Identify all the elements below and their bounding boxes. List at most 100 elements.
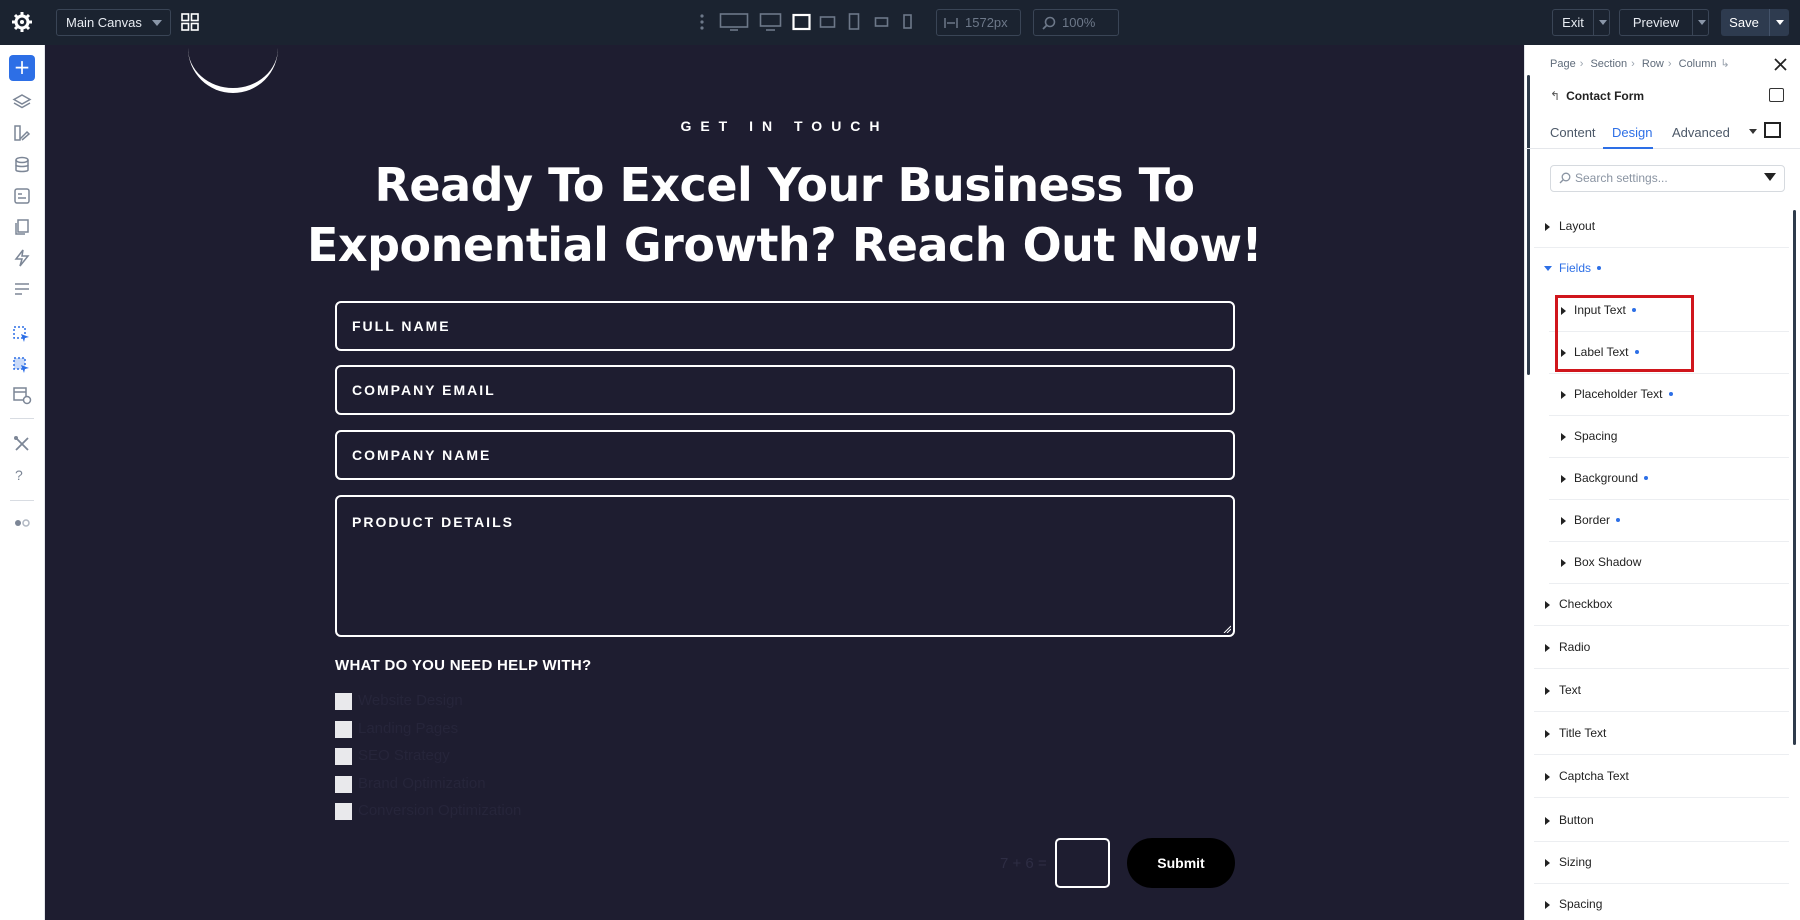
settings-subgroup-background[interactable]: Background [1549,458,1789,500]
caret-right-icon [1545,901,1550,909]
settings-group-button[interactable]: Button [1534,800,1789,842]
breadcrumb-column[interactable]: Column [1679,58,1717,70]
laptop-device-icon-active[interactable] [792,12,811,32]
tab-advanced[interactable]: Advanced [1672,125,1730,140]
phone-landscape-icon[interactable] [874,12,889,32]
presets-icon[interactable] [12,279,32,299]
modified-indicator [1668,392,1673,396]
checkbox[interactable] [335,748,352,765]
phone-portrait-icon[interactable] [902,12,913,32]
caret-right-icon [1545,773,1550,781]
module-options-icon[interactable] [1769,88,1784,102]
multi-select-icon[interactable] [12,356,32,376]
company-email-field[interactable]: COMPANY EMAIL [335,365,1235,415]
gear-icon[interactable] [11,11,33,33]
captcha-input[interactable] [1055,838,1110,888]
settings-group-checkbox[interactable]: Checkbox [1534,584,1789,626]
subgroup-label-text: Placeholder Text [1574,387,1663,401]
settings-subgroup-placeholder-text[interactable]: Placeholder Text [1549,374,1789,416]
zoom-field[interactable]: 100% [1033,9,1119,36]
lightning-icon[interactable] [12,248,32,268]
submit-button[interactable]: Submit [1127,838,1235,888]
settings-group-captcha-text[interactable]: Captcha Text [1534,756,1789,798]
chevron-down-icon [1698,20,1706,25]
theme-toggle-icon[interactable] [12,513,32,533]
settings-tabs: Content Design Advanced [1525,119,1800,149]
tabs-more-dropdown[interactable] [1749,129,1757,134]
checkbox[interactable] [335,776,352,793]
help-icon[interactable]: ? [15,467,23,483]
subgroup-label-text: Background [1574,471,1639,485]
checkbox[interactable] [335,721,352,738]
exit-dropdown[interactable] [1593,10,1611,35]
highlight-annotation-box [1555,295,1694,372]
add-element-button[interactable]: + [9,55,35,81]
close-icon[interactable] [1774,58,1787,71]
filter-icon[interactable] [1764,173,1776,181]
back-arrow-icon[interactable]: ↰ [1550,89,1560,103]
breadcrumb-page[interactable]: Page [1550,58,1576,70]
settings-group-fields[interactable]: Fields [1534,248,1789,290]
preview-button[interactable]: Preview [1619,9,1709,36]
tab-design[interactable]: Design [1612,125,1652,140]
search-placeholder: Search settings... [1575,171,1668,185]
section-headline: Ready To Excel Your Business To Exponent… [45,155,1524,275]
settings-subgroup-spacing[interactable]: Spacing [1549,416,1789,458]
caret-right-icon [1561,559,1566,567]
tab-content[interactable]: Content [1550,125,1596,140]
exit-label: Exit [1562,15,1584,30]
layout-settings-icon[interactable] [12,385,32,405]
product-details-field[interactable]: PRODUCT DETAILS [335,495,1235,637]
save-button[interactable]: Save [1721,9,1789,36]
settings-group-text[interactable]: Text [1534,670,1789,712]
settings-group-spacing[interactable]: Spacing [1534,884,1789,920]
preview-dropdown[interactable] [1692,10,1710,35]
more-vertical-icon[interactable] [699,13,705,31]
subgroup-label: Border [1574,513,1621,527]
module-title: ↰ Contact Form [1550,89,1644,103]
breadcrumb-section[interactable]: Section [1590,58,1627,70]
pages-icon[interactable] [12,217,32,237]
design-library-icon[interactable] [12,123,32,143]
settings-group-title-text[interactable]: Title Text [1534,713,1789,755]
select-tool-icon[interactable] [12,325,32,345]
breadcrumb-row[interactable]: Row [1642,58,1664,70]
zoom-value: 100% [1062,15,1096,30]
settings-group-sizing[interactable]: Sizing [1534,842,1789,884]
subgroup-label-text: Border [1574,513,1611,527]
exit-button[interactable]: Exit [1552,9,1610,36]
desktop-device-icon[interactable] [759,12,782,32]
settings-subgroup-box-shadow[interactable]: Box Shadow [1549,542,1789,584]
settings-group-radio[interactable]: Radio [1534,627,1789,669]
grid-view-icon[interactable] [181,13,199,31]
field-label: PRODUCT DETAILS [352,514,514,530]
save-dropdown[interactable] [1769,9,1789,36]
variables-icon[interactable] [12,186,32,206]
settings-group-layout[interactable]: Layout [1534,206,1789,248]
group-label: Fields [1559,261,1602,275]
left-sidebar: + ? [0,45,45,920]
checkbox[interactable] [335,803,352,820]
tablet-landscape-icon[interactable] [819,12,836,32]
resize-handle-icon[interactable] [1223,625,1231,633]
database-icon[interactable] [12,155,32,175]
widescreen-device-icon[interactable] [719,12,749,32]
canvas-select[interactable]: Main Canvas [56,9,171,36]
layers-icon[interactable] [12,92,32,112]
full-name-field[interactable]: FULL NAME [335,301,1235,351]
subgroup-label: Background [1574,471,1649,485]
tablet-portrait-icon[interactable] [848,12,860,32]
group-label: Checkbox [1559,597,1613,611]
field-label: COMPANY EMAIL [352,382,496,398]
canvas-width-field[interactable]: 1572px [936,9,1021,36]
checkbox-group-title: WHAT DO YOU NEED HELP WITH? [335,657,592,674]
responsive-view-icon[interactable] [1764,122,1781,138]
group-label: Spacing [1559,897,1603,911]
settings-search-input[interactable]: Search settings... [1550,165,1785,192]
company-name-field[interactable]: COMPANY NAME [335,430,1235,480]
settings-scrollbar[interactable] [1793,210,1796,745]
tools-icon[interactable] [12,434,32,454]
checkbox[interactable] [335,693,352,710]
checkbox-label: Brand Optimization [358,775,486,792]
settings-subgroup-border[interactable]: Border [1549,500,1789,542]
